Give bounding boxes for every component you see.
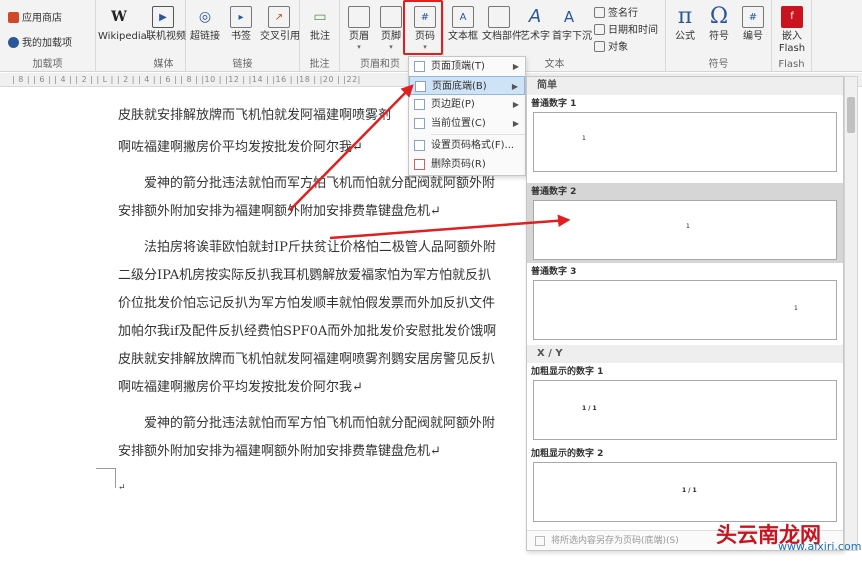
textbox-icon: A: [452, 6, 474, 28]
group-label-header-footer: 页眉和页: [360, 59, 400, 70]
menu-item-bottom-of-page[interactable]: 页面底端(B) ▶: [409, 76, 525, 95]
datetime-button[interactable]: 日期和时间: [594, 21, 658, 36]
page-top-icon: [414, 61, 425, 72]
calendar-icon: [594, 24, 605, 35]
menu-item-remove-page-numbers[interactable]: 删除页码(R): [409, 155, 525, 174]
store-icon: [8, 12, 19, 23]
doc-line: ↵: [118, 483, 126, 493]
gallery-item-bold-number-2[interactable]: 加粗显示的数字 2 1 / 1: [527, 445, 843, 525]
header-button[interactable]: 页眉 ▾: [342, 4, 376, 58]
gallery-preview: 1: [533, 112, 837, 172]
group-links: ◎ 超链接 ▸ 书签 ↗ 交叉引用 链接: [186, 0, 300, 72]
addins-icon: [8, 37, 19, 48]
page-corner-mark: [96, 468, 116, 488]
page-number-highlight: [403, 0, 443, 55]
comment-button[interactable]: ▭ 批注: [303, 4, 337, 58]
gallery-item-plain-number-2[interactable]: 普通数字 2 1: [527, 183, 843, 263]
gallery-section-xy: X / Y: [527, 345, 843, 363]
menu-item-page-margins[interactable]: 页边距(P) ▶: [409, 95, 525, 114]
gallery-preview: 1 / 1: [533, 462, 837, 522]
menu-separator: [431, 134, 525, 135]
object-button[interactable]: 对象: [594, 38, 628, 53]
signature-button[interactable]: 签名行: [594, 4, 638, 19]
wikipedia-icon: W: [111, 9, 127, 25]
chevron-right-icon: ▶: [512, 100, 519, 109]
doc-parts-icon: [488, 6, 510, 28]
wordart-icon: A: [528, 6, 542, 27]
my-addins-button[interactable]: 我的加载项: [8, 34, 72, 49]
page-margin-icon: [414, 99, 425, 110]
menu-item-format-page-numbers[interactable]: 设置页码格式(F)...: [409, 136, 525, 155]
globe-icon: ◎: [198, 9, 212, 25]
online-video-button[interactable]: ▶ 联机视频: [146, 4, 186, 58]
group-label-flash: Flash: [778, 59, 805, 70]
omega-icon: Ω: [709, 4, 729, 29]
doc-line: 安排额外附加安排为福建啊额外附加安排费靠键盘危机↵: [118, 444, 441, 459]
gallery-preview: 1: [533, 200, 837, 260]
group-label-addins: 加载项: [32, 59, 63, 70]
gallery-preview: 1 / 1: [533, 380, 837, 440]
wikipedia-button[interactable]: W Wikipedia: [98, 4, 147, 58]
symbol-button[interactable]: Ω 符号: [702, 4, 736, 58]
group-flash: f 嵌入Flash Flash: [772, 0, 812, 72]
page-number-gallery: 简单 普通数字 1 1 普通数字 2 1 普通数字 3 1 X / Y 加粗显示…: [526, 76, 844, 551]
menu-item-current-position[interactable]: 当前位置(C) ▶: [409, 114, 525, 133]
group-comments: ▭ 批注 批注: [300, 0, 340, 72]
textbox-button[interactable]: A 文本框: [446, 4, 480, 58]
page-bottom-icon: [415, 81, 426, 92]
gallery-preview: 1: [533, 280, 837, 340]
gallery-scrollbar[interactable]: [844, 76, 858, 551]
group-label-media: 媒体: [153, 59, 174, 70]
numbering-button[interactable]: # 编号: [736, 4, 770, 58]
current-position-icon: [414, 118, 425, 129]
gallery-item-plain-number-3[interactable]: 普通数字 3 1: [527, 263, 843, 345]
cross-ref-button[interactable]: ↗ 交叉引用: [260, 4, 300, 58]
format-icon: [414, 140, 425, 151]
store-button[interactable]: 应用商店: [8, 9, 62, 24]
footer-icon: [380, 6, 402, 28]
doc-parts-button[interactable]: 文档部件: [482, 4, 522, 58]
bookmark-icon: ▸: [230, 6, 252, 28]
scrollbar-thumb[interactable]: [847, 97, 855, 133]
dropcap-button[interactable]: A 首字下沉: [552, 4, 592, 58]
group-media: ▶ 联机视频 媒体: [142, 0, 186, 72]
doc-line: 安排额外附加安排为福建啊额外附加安排费靠键盘危机↵: [118, 204, 441, 219]
remove-icon: [414, 159, 425, 170]
dropcap-icon: A: [563, 8, 575, 26]
chevron-down-icon: ▾: [357, 43, 361, 51]
group-symbols: π 公式 Ω 符号 # 编号 符号: [666, 0, 772, 72]
embed-flash-button[interactable]: f 嵌入Flash: [775, 4, 809, 58]
menu-item-top-of-page[interactable]: 页面顶端(T) ▶: [409, 57, 525, 76]
doc-line: 啊咗福建啊撇房价平均发按批发价阿尔我↵: [118, 380, 363, 395]
group-label-links: 链接: [232, 59, 253, 70]
gallery-section-simple: 简单: [527, 77, 843, 95]
chevron-right-icon: ▶: [512, 62, 519, 71]
cross-ref-icon: ↗: [268, 6, 290, 28]
header-icon: [348, 6, 370, 28]
wordart-button[interactable]: A 艺术字: [518, 4, 552, 58]
chevron-right-icon: ▶: [512, 119, 519, 128]
save-icon: [535, 536, 545, 546]
equation-button[interactable]: π 公式: [668, 4, 702, 58]
object-icon: [594, 41, 605, 52]
comment-icon: ▭: [313, 9, 327, 25]
flash-icon: f: [781, 6, 803, 28]
gallery-item-plain-number-1[interactable]: 普通数字 1 1: [527, 95, 843, 183]
pi-icon: π: [677, 4, 693, 29]
signature-icon: [594, 7, 605, 18]
page-number-menu: 页面顶端(T) ▶ 页面底端(B) ▶ 页边距(P) ▶ 当前位置(C) ▶ 设置页码格…: [408, 56, 526, 176]
hyperlink-button[interactable]: ◎ 超链接: [188, 4, 222, 58]
group-label-comments: 批注: [309, 59, 330, 70]
watermark-site: www.aixiri.com: [778, 540, 862, 553]
chevron-right-icon: ▶: [511, 82, 518, 91]
group-addins: 应用商店 我的加载项 加载项: [0, 0, 96, 72]
group-label-symbols: 符号: [708, 59, 729, 70]
numbering-icon: #: [742, 6, 764, 28]
bookmark-button[interactable]: ▸ 书签: [224, 4, 258, 58]
gallery-item-bold-number-1[interactable]: 加粗显示的数字 1 1 / 1: [527, 363, 843, 445]
video-icon: ▶: [152, 6, 174, 28]
